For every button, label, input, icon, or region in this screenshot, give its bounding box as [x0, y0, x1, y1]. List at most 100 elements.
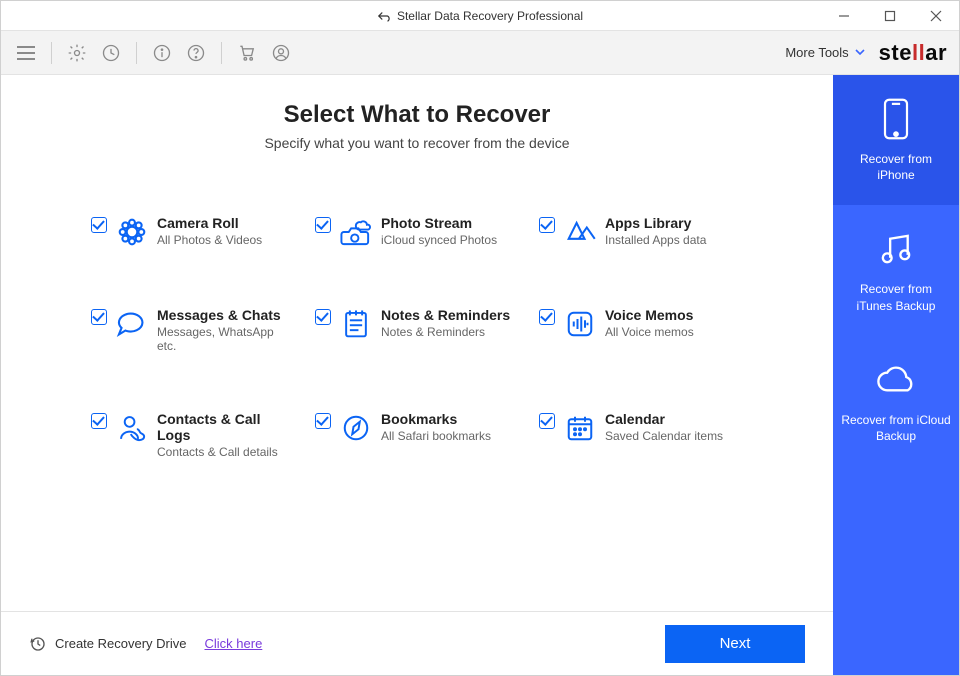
voice-memo-icon — [563, 307, 597, 341]
sidebar-item-label: Recover from iTunes Backup — [841, 281, 951, 313]
checkbox[interactable] — [539, 309, 555, 325]
camera-roll-icon — [115, 215, 149, 249]
item-title: Apps Library — [605, 215, 706, 231]
page-heading: Select What to Recover Specify what you … — [41, 101, 793, 151]
item-title: Photo Stream — [381, 215, 497, 231]
item-camera-roll[interactable]: Camera Roll All Photos & Videos — [91, 215, 295, 249]
contacts-phone-icon — [115, 411, 149, 445]
item-subtitle: iCloud synced Photos — [381, 233, 497, 247]
item-messages-chats[interactable]: Messages & Chats Messages, WhatsApp etc. — [91, 307, 295, 353]
minimize-button[interactable] — [821, 1, 867, 31]
item-title: Camera Roll — [157, 215, 262, 231]
iphone-icon — [874, 97, 918, 141]
item-voice-memos[interactable]: Voice Memos All Voice memos — [539, 307, 743, 353]
toolbar-separator — [51, 42, 52, 64]
help-icon — [186, 43, 206, 63]
next-button-label: Next — [720, 635, 751, 652]
chat-bubble-icon — [115, 307, 149, 341]
checkbox[interactable] — [539, 413, 555, 429]
settings-button[interactable] — [64, 40, 90, 66]
checkbox[interactable] — [539, 217, 555, 233]
item-title: Voice Memos — [605, 307, 694, 323]
apps-icon — [563, 215, 597, 249]
footer: Create Recovery Drive Click here Next — [1, 611, 833, 675]
next-button[interactable]: Next — [665, 625, 805, 663]
recovery-source-sidebar: Recover from iPhone Recover from iTunes … — [833, 75, 959, 675]
account-button[interactable] — [268, 40, 294, 66]
window-title-wrap: Stellar Data Recovery Professional — [377, 9, 583, 23]
more-tools-dropdown[interactable]: More Tools — [785, 45, 864, 60]
titlebar: Stellar Data Recovery Professional — [1, 1, 959, 31]
checkbox[interactable] — [91, 217, 107, 233]
create-recovery-drive-label: Create Recovery Drive — [55, 636, 187, 651]
notepad-icon — [339, 307, 373, 341]
item-subtitle: Contacts & Call details — [157, 445, 295, 459]
app-window: Stellar Data Recovery Professional — [0, 0, 960, 676]
checkbox[interactable] — [315, 217, 331, 233]
item-photo-stream[interactable]: Photo Stream iCloud synced Photos — [315, 215, 519, 249]
item-title: Bookmarks — [381, 411, 491, 427]
item-subtitle: All Photos & Videos — [157, 233, 262, 247]
sidebar-item-icloud[interactable]: Recover from iCloud Backup — [833, 336, 959, 466]
chevron-down-icon — [855, 49, 865, 57]
sidebar-item-iphone[interactable]: Recover from iPhone — [833, 75, 959, 205]
item-contacts-call-logs[interactable]: Contacts & Call Logs Contacts & Call deta… — [91, 411, 295, 459]
toolbar-left — [13, 40, 294, 66]
maximize-button[interactable] — [867, 1, 913, 31]
item-subtitle: Installed Apps data — [605, 233, 706, 247]
recovery-drive-icon — [29, 635, 47, 653]
compass-icon — [339, 411, 373, 445]
cloud-icon — [874, 358, 918, 402]
window-controls — [821, 1, 959, 31]
item-apps-library[interactable]: Apps Library Installed Apps data — [539, 215, 743, 249]
main-area: Select What to Recover Specify what you … — [1, 75, 833, 675]
hamburger-icon — [17, 46, 35, 60]
item-title: Notes & Reminders — [381, 307, 510, 323]
checkbox[interactable] — [315, 309, 331, 325]
sidebar-item-label: Recover from iPhone — [841, 151, 951, 183]
info-icon — [152, 43, 172, 63]
body: Select What to Recover Specify what you … — [1, 75, 959, 675]
item-subtitle: Notes & Reminders — [381, 325, 510, 339]
checkbox[interactable] — [91, 413, 107, 429]
page-title: Select What to Recover — [41, 101, 793, 129]
toolbar-separator — [136, 42, 137, 64]
gear-icon — [67, 43, 87, 63]
item-subtitle: All Safari bookmarks — [381, 429, 491, 443]
sidebar-item-label: Recover from iCloud Backup — [841, 412, 951, 444]
help-button[interactable] — [183, 40, 209, 66]
close-button[interactable] — [913, 1, 959, 31]
item-bookmarks[interactable]: Bookmarks All Safari bookmarks — [315, 411, 519, 459]
page-subtitle: Specify what you want to recover from th… — [41, 135, 793, 151]
item-title: Contacts & Call Logs — [157, 411, 295, 443]
window-title: Stellar Data Recovery Professional — [397, 9, 583, 23]
item-calendar[interactable]: Calendar Saved Calendar items — [539, 411, 743, 459]
item-subtitle: Messages, WhatsApp etc. — [157, 325, 295, 353]
toolbar-separator — [221, 42, 222, 64]
recovery-options-grid: Camera Roll All Photos & Videos Photo Str… — [41, 215, 793, 459]
info-button[interactable] — [149, 40, 175, 66]
item-subtitle: All Voice memos — [605, 325, 694, 339]
click-here-link[interactable]: Click here — [205, 636, 263, 651]
item-subtitle: Saved Calendar items — [605, 429, 723, 443]
sidebar-item-itunes[interactable]: Recover from iTunes Backup — [833, 205, 959, 335]
camera-cloud-icon — [339, 215, 373, 249]
music-note-icon — [874, 227, 918, 271]
history-button[interactable] — [98, 40, 124, 66]
footer-left: Create Recovery Drive Click here — [29, 635, 262, 653]
item-title: Calendar — [605, 411, 723, 427]
back-arrow-icon — [377, 10, 391, 22]
user-icon — [271, 43, 291, 63]
checkbox[interactable] — [315, 413, 331, 429]
cart-button[interactable] — [234, 40, 260, 66]
toolbar-right: More Tools stellar — [785, 40, 947, 66]
content: Select What to Recover Specify what you … — [1, 75, 833, 611]
stellar-logo: stellar — [879, 40, 947, 66]
history-icon — [101, 43, 121, 63]
menu-button[interactable] — [13, 40, 39, 66]
item-title: Messages & Chats — [157, 307, 295, 323]
item-notes-reminders[interactable]: Notes & Reminders Notes & Reminders — [315, 307, 519, 353]
toolbar: More Tools stellar — [1, 31, 959, 75]
checkbox[interactable] — [91, 309, 107, 325]
more-tools-label: More Tools — [785, 45, 848, 60]
